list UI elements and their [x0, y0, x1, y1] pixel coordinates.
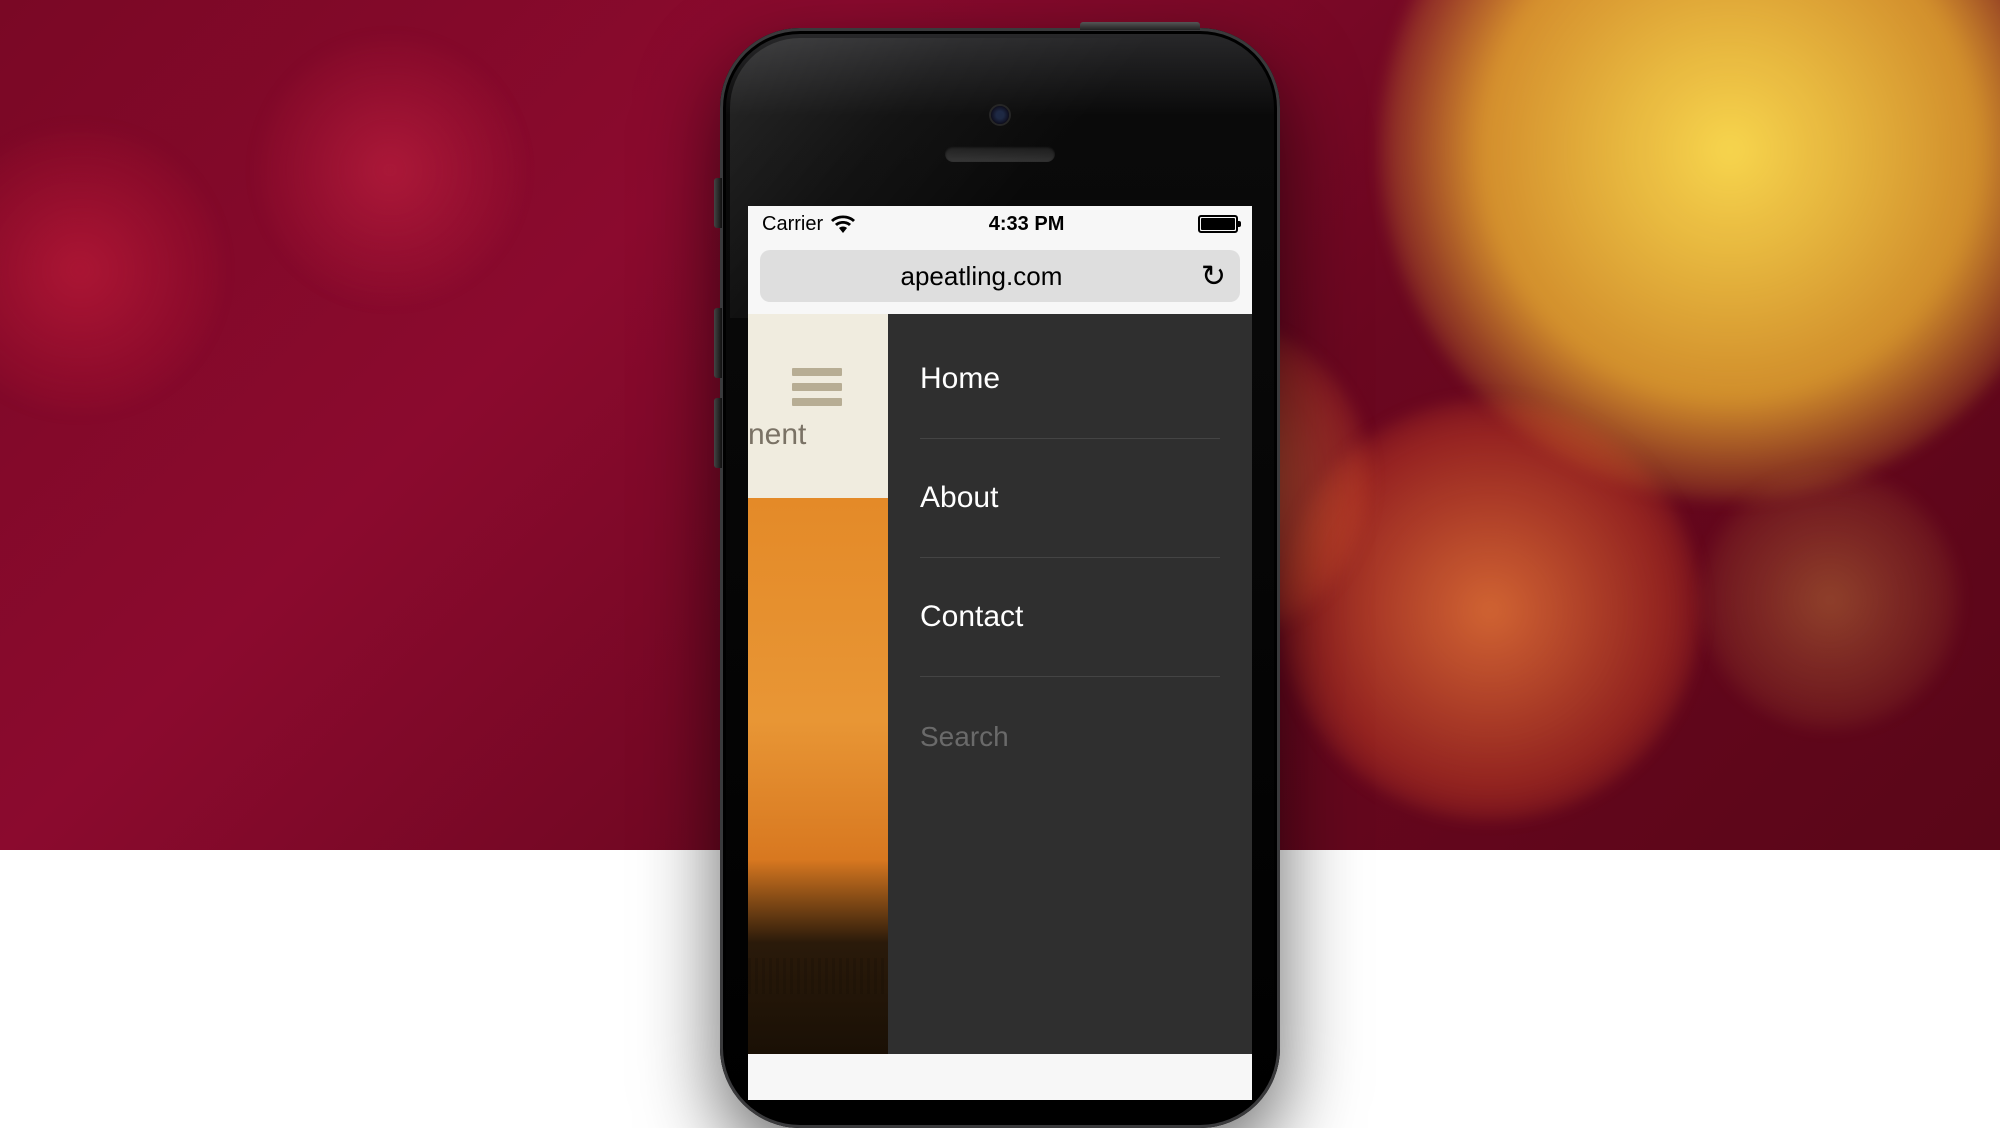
status-left: Carrier [762, 213, 855, 236]
phone-sensor [905, 150, 915, 160]
address-bar[interactable]: apeatling.com ↻ [760, 250, 1240, 302]
phone-camera [991, 106, 1009, 124]
nav-item-contact[interactable]: Contact [920, 558, 1220, 677]
wifi-icon [831, 215, 855, 233]
browser-chrome: apeatling.com ↻ [748, 242, 1252, 314]
status-bar: Carrier 4:33 PM [748, 206, 1252, 242]
search-input[interactable] [920, 721, 1252, 753]
phone-device-frame: Carrier 4:33 PM apeatling.com ↻ [720, 28, 1280, 1128]
nav-item-home[interactable]: Home [920, 314, 1220, 439]
status-right [1198, 215, 1238, 233]
battery-fill [1201, 218, 1235, 230]
phone-power-button [1080, 22, 1200, 30]
url-text: apeatling.com [774, 261, 1189, 292]
nav-drawer: Home About Contact Go [888, 314, 1252, 1054]
hamburger-icon[interactable] [792, 368, 842, 406]
nav-item-about[interactable]: About [920, 439, 1220, 558]
bokeh-circle [0, 130, 220, 410]
phone-mute-switch [714, 178, 722, 228]
hero-image [748, 498, 888, 1054]
page-text-fragment: nent [748, 418, 806, 452]
bokeh-circle [1700, 470, 1960, 730]
search-row: Go [920, 677, 1220, 797]
carrier-label: Carrier [762, 213, 823, 236]
phone-screen: Carrier 4:33 PM apeatling.com ↻ [748, 206, 1252, 1100]
reload-icon[interactable]: ↻ [1201, 259, 1226, 294]
status-time: 4:33 PM [855, 213, 1198, 236]
web-content: nent Home About Contact Go [748, 314, 1252, 1054]
hero-treeline [748, 958, 888, 994]
phone-volume-down [714, 398, 722, 468]
bokeh-circle [260, 40, 520, 300]
phone-earpiece [945, 146, 1055, 162]
phone-volume-up [714, 308, 722, 378]
battery-icon [1198, 215, 1238, 233]
